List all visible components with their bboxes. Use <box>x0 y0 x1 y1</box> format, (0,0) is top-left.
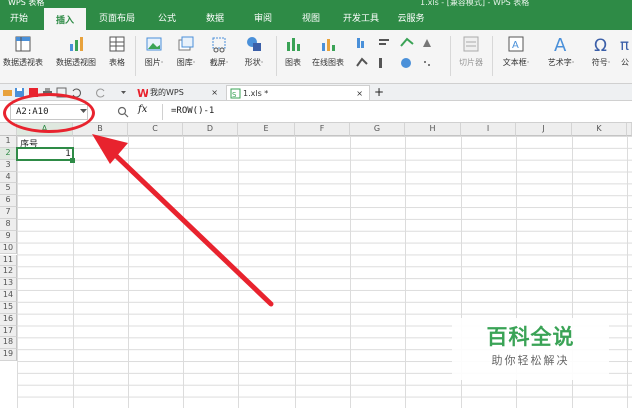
watermark-subtitle: 助你轻松解决 <box>491 354 570 367</box>
watermark-logo: 百科全说 助你轻松解决 <box>452 318 609 380</box>
watermark-title: 百科全说 <box>486 325 575 349</box>
